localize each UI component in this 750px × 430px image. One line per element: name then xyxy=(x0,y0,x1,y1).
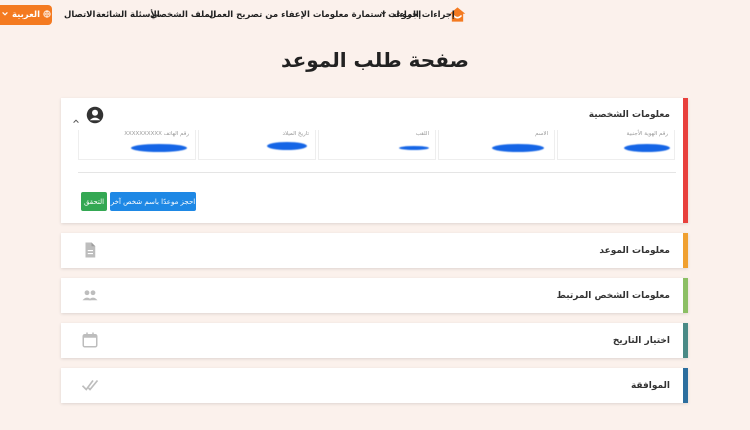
personal-info-title: معلومات الشخصية xyxy=(588,110,670,120)
card-accent-bar xyxy=(683,98,688,223)
page-title: صفحة طلب الموعد xyxy=(281,48,469,72)
chevron-down-icon xyxy=(1,10,9,21)
verify-button[interactable]: التحقق xyxy=(81,192,107,211)
account-circle-icon xyxy=(86,106,104,124)
related-person-title: معلومات الشخص المرتبط xyxy=(556,291,670,301)
nav-contact-label: الاتصال xyxy=(64,10,96,20)
surname-field[interactable]: اللقب xyxy=(318,130,436,160)
people-icon xyxy=(81,286,99,304)
birth-date-field[interactable]: تاريخ الميلاد xyxy=(198,130,316,160)
date-selection-title: اختيار التاريخ xyxy=(612,336,670,346)
redacted-value xyxy=(267,142,307,150)
surname-label: اللقب xyxy=(415,131,429,137)
phone-field[interactable]: رقم الهاتف XXXXXXXXXX xyxy=(78,130,196,160)
language-label: العربية xyxy=(11,10,40,20)
card-accent-bar xyxy=(683,323,688,358)
nav-faq-label: الأسئلة الشائعة xyxy=(96,10,160,20)
redacted-value xyxy=(399,146,429,150)
redacted-value xyxy=(131,144,187,152)
collapse-chevron-icon[interactable] xyxy=(72,110,80,123)
divider xyxy=(78,172,676,173)
phone-label: رقم الهاتف XXXXXXXXXX xyxy=(124,131,189,137)
date-selection-card[interactable]: اختيار التاريخ xyxy=(61,323,688,358)
language-button[interactable]: العربية xyxy=(0,5,52,25)
nav-exemption-form[interactable]: إجراءات استمارة معلومات الإعفاء من تصريح… xyxy=(209,10,421,20)
related-person-card[interactable]: معلومات الشخص المرتبط xyxy=(61,278,688,313)
approval-title: الموافقة xyxy=(630,381,670,391)
nav-exemption-form-label: إجراءات استمارة معلومات الإعفاء من تصريح… xyxy=(209,10,422,20)
redacted-value xyxy=(492,144,544,152)
appointment-info-title: معلومات الموعد xyxy=(599,246,670,256)
document-icon xyxy=(81,241,99,259)
nav-faq[interactable]: الأسئلة الشائعة xyxy=(96,10,160,20)
approval-card[interactable]: الموافقة xyxy=(61,368,688,403)
calendar-icon xyxy=(81,331,99,349)
name-label: الاسم xyxy=(535,131,548,137)
foreign-id-label: رقم الهوية الأجنبية xyxy=(626,131,669,137)
double-check-icon xyxy=(81,376,99,394)
name-field[interactable]: الاسم xyxy=(438,130,555,160)
card-accent-bar xyxy=(683,233,688,268)
book-for-other-button[interactable]: احجز موعدًا باسم شخص آخر xyxy=(110,192,196,211)
top-navbar: إجراءات الموعد إجراءات استمارة معلومات ا… xyxy=(0,0,750,30)
card-accent-bar xyxy=(683,368,688,403)
card-accent-bar xyxy=(683,278,688,313)
appointment-info-card[interactable]: معلومات الموعد xyxy=(61,233,688,268)
foreign-id-field[interactable]: رقم الهوية الأجنبية xyxy=(557,130,675,160)
redacted-value xyxy=(624,144,670,152)
nav-contact[interactable]: الاتصال xyxy=(64,10,95,20)
globe-icon xyxy=(43,9,51,21)
birth-date-label: تاريخ الميلاد xyxy=(282,131,309,137)
